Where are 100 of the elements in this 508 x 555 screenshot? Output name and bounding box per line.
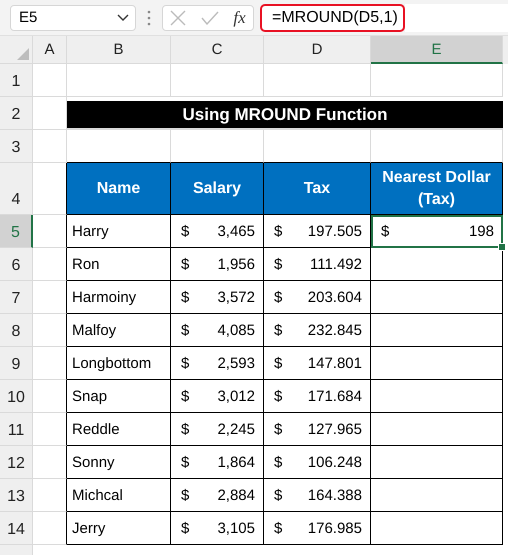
currency-symbol: $ xyxy=(181,388,190,404)
currency-symbol: $ xyxy=(181,454,190,470)
row-header[interactable]: 4 xyxy=(0,163,33,215)
currency-symbol: $ xyxy=(181,486,190,504)
currency-symbol: $ xyxy=(181,420,190,438)
amount: 106.248 xyxy=(308,454,362,470)
currency-symbol: $ xyxy=(181,322,190,338)
table-cell: Sonny xyxy=(67,446,171,479)
row-header[interactable]: 1 xyxy=(0,64,33,97)
table-cell: Malfoy xyxy=(67,314,171,347)
currency-symbol: $ xyxy=(181,520,190,536)
amount: 164.388 xyxy=(308,486,362,504)
sheet-cell xyxy=(33,446,67,479)
column-heading: Tax xyxy=(264,163,371,215)
amount: 171.684 xyxy=(308,388,362,404)
amount: 198 xyxy=(468,222,494,240)
insert-function-button[interactable]: fx xyxy=(233,8,246,28)
amount: 197.505 xyxy=(308,222,362,240)
table-cell: Harry xyxy=(67,215,171,248)
checkmark-icon[interactable] xyxy=(200,10,219,24)
sheet-cell xyxy=(33,64,67,97)
amount: 4,085 xyxy=(217,322,255,338)
currency-symbol: $ xyxy=(274,222,282,240)
row-header[interactable]: 12 xyxy=(0,446,33,479)
formula-bar-field[interactable] xyxy=(405,4,508,32)
currency-symbol: $ xyxy=(274,322,282,338)
currency-symbol: $ xyxy=(274,388,282,404)
select-all-icon[interactable] xyxy=(17,48,29,60)
amount: 1,956 xyxy=(217,256,255,272)
sheet-cell xyxy=(33,281,67,314)
currency-symbol: $ xyxy=(181,288,190,306)
currency-symbol: $ xyxy=(181,222,190,240)
row-header[interactable]: 2 xyxy=(0,97,33,130)
cancel-icon[interactable] xyxy=(170,10,186,26)
amount: 147.801 xyxy=(308,354,362,372)
column-header[interactable]: E xyxy=(371,36,503,64)
row-header[interactable]: 5 xyxy=(0,215,33,248)
amount: 203.604 xyxy=(308,288,362,306)
row-header[interactable]: 11 xyxy=(0,413,33,446)
amount: 3,105 xyxy=(217,520,255,536)
title-banner: Using MROUND Function xyxy=(67,101,503,129)
amount: 176.985 xyxy=(308,520,362,536)
column-header[interactable]: B xyxy=(67,36,171,64)
row-header[interactable]: 14 xyxy=(0,512,33,545)
table-cell: Michcal xyxy=(67,479,171,512)
currency-symbol: $ xyxy=(274,288,282,306)
amount: 3,012 xyxy=(217,388,255,404)
name-box[interactable]: E5 xyxy=(10,4,136,30)
column-heading: Salary xyxy=(171,163,264,215)
row-header[interactable]: 8 xyxy=(0,314,33,347)
amount: 3,572 xyxy=(217,288,255,306)
table-cell: Snap xyxy=(67,380,171,413)
formula-field[interactable]: =MROUND(D5,1) xyxy=(260,4,405,32)
sheet-cell xyxy=(33,512,67,545)
currency-symbol: $ xyxy=(274,520,282,536)
column-header[interactable]: A xyxy=(33,36,67,64)
row-header[interactable]: 6 xyxy=(0,248,33,281)
chevron-down-icon[interactable] xyxy=(117,14,129,22)
row-header[interactable]: 7 xyxy=(0,281,33,314)
amount: 2,245 xyxy=(217,420,255,438)
column-header[interactable] xyxy=(503,36,508,64)
sheet-cell xyxy=(33,413,67,446)
drag-handle-icon xyxy=(146,8,152,26)
amount: 1,864 xyxy=(217,454,255,470)
row-header[interactable]: 13 xyxy=(0,479,33,512)
sheet-cell xyxy=(33,248,67,281)
sheet-cell xyxy=(33,314,67,347)
row-header[interactable]: 10 xyxy=(0,380,33,413)
amount: 3,465 xyxy=(217,222,255,240)
table-cell: Longbottom xyxy=(67,347,171,380)
sheet-cell xyxy=(33,215,67,248)
currency-symbol: $ xyxy=(274,420,282,438)
table-cell: Harmoiny xyxy=(67,281,171,314)
currency-symbol: $ xyxy=(274,454,282,470)
table-cell: Jerry xyxy=(67,512,171,545)
amount: 2,593 xyxy=(217,354,255,372)
row-header[interactable] xyxy=(0,545,33,555)
currency-symbol: $ xyxy=(274,354,282,372)
table-cell: Reddle xyxy=(67,413,171,446)
amount: 127.965 xyxy=(308,420,362,438)
amount: 2,884 xyxy=(217,486,255,504)
currency-symbol: $ xyxy=(274,486,282,504)
row-header[interactable]: 9 xyxy=(0,347,33,380)
sheet-cell xyxy=(33,347,67,380)
sheet-cell xyxy=(33,130,67,163)
amount: 232.845 xyxy=(308,322,362,338)
column-heading: Name xyxy=(67,163,171,215)
currency-symbol: $ xyxy=(181,354,190,372)
sheet-cell xyxy=(33,479,67,512)
column-heading: Nearest Dollar (Tax) xyxy=(371,163,503,215)
column-header[interactable]: C xyxy=(171,36,264,64)
currency-symbol: $ xyxy=(381,222,390,240)
fill-handle[interactable] xyxy=(498,243,506,251)
currency-symbol: $ xyxy=(274,256,282,272)
sheet-cell xyxy=(33,380,67,413)
column-header[interactable]: D xyxy=(264,36,371,64)
amount: 111.492 xyxy=(310,256,362,272)
table-cell: Ron xyxy=(67,248,171,281)
currency-symbol: $ xyxy=(181,256,190,272)
row-header[interactable]: 3 xyxy=(0,130,33,163)
